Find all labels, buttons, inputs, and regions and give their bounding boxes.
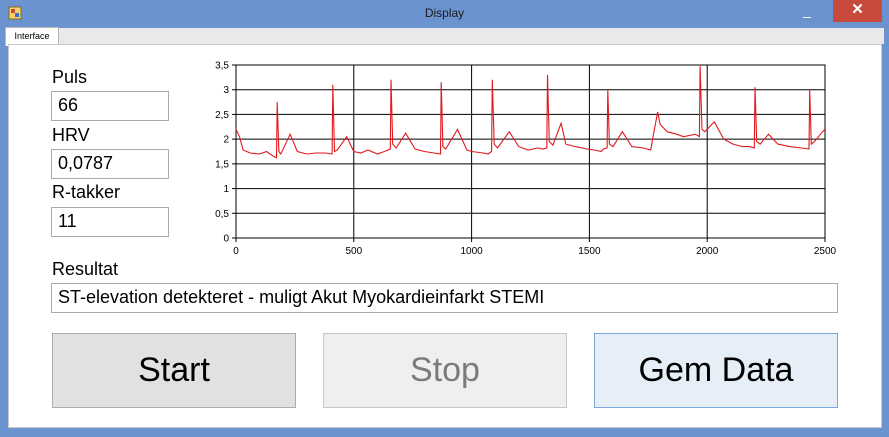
y-tick-label: 3 (223, 85, 229, 96)
ecg-chart: 0 500 1000 1500 2000 2500 0 0,5 1 1,5 2 2,5 3 3,5 (215, 61, 837, 258)
y-tick-label: 0 (223, 234, 229, 245)
title-bar[interactable]: Display _ ✕ (0, 0, 889, 28)
x-tick-label: 2500 (814, 246, 837, 257)
resultat-label: Resultat (52, 259, 119, 279)
x-tick-label: 1000 (460, 246, 483, 257)
start-button[interactable]: Start (52, 333, 296, 408)
minimize-button[interactable]: _ (793, 0, 821, 22)
plot-area (235, 64, 826, 239)
gem-data-button[interactable]: Gem Data (594, 333, 838, 408)
rtakker-label: R-takker (52, 182, 121, 202)
close-button[interactable]: ✕ (833, 0, 882, 22)
puls-field[interactable]: 66 (51, 91, 169, 121)
x-tick-label: 2000 (696, 246, 719, 257)
y-tick-label: 3,5 (215, 61, 229, 72)
x-tick-label: 1500 (578, 246, 601, 257)
tab-strip (5, 28, 884, 44)
x-tick-label: 500 (345, 246, 362, 257)
resultat-field[interactable]: ST-elevation detekteret - muligt Akut My… (51, 283, 838, 313)
hrv-label: HRV (52, 125, 90, 145)
puls-label: Puls (52, 67, 88, 87)
hrv-field[interactable]: 0,0787 (51, 149, 169, 179)
y-tick-label: 0,5 (215, 209, 229, 220)
y-tick-label: 2,5 (215, 110, 229, 121)
window-title: Display (424, 6, 465, 20)
y-tick-label: 1,5 (215, 159, 229, 170)
y-tick-label: 1 (223, 184, 229, 195)
y-tick-label: 2 (223, 135, 229, 146)
rtakker-field[interactable]: 11 (51, 207, 169, 237)
app-window: Display _ ✕ Interface Puls 66 HRV 0,0787… (0, 0, 889, 437)
x-tick-label: 0 (233, 246, 239, 257)
stop-button[interactable]: Stop (323, 333, 567, 408)
